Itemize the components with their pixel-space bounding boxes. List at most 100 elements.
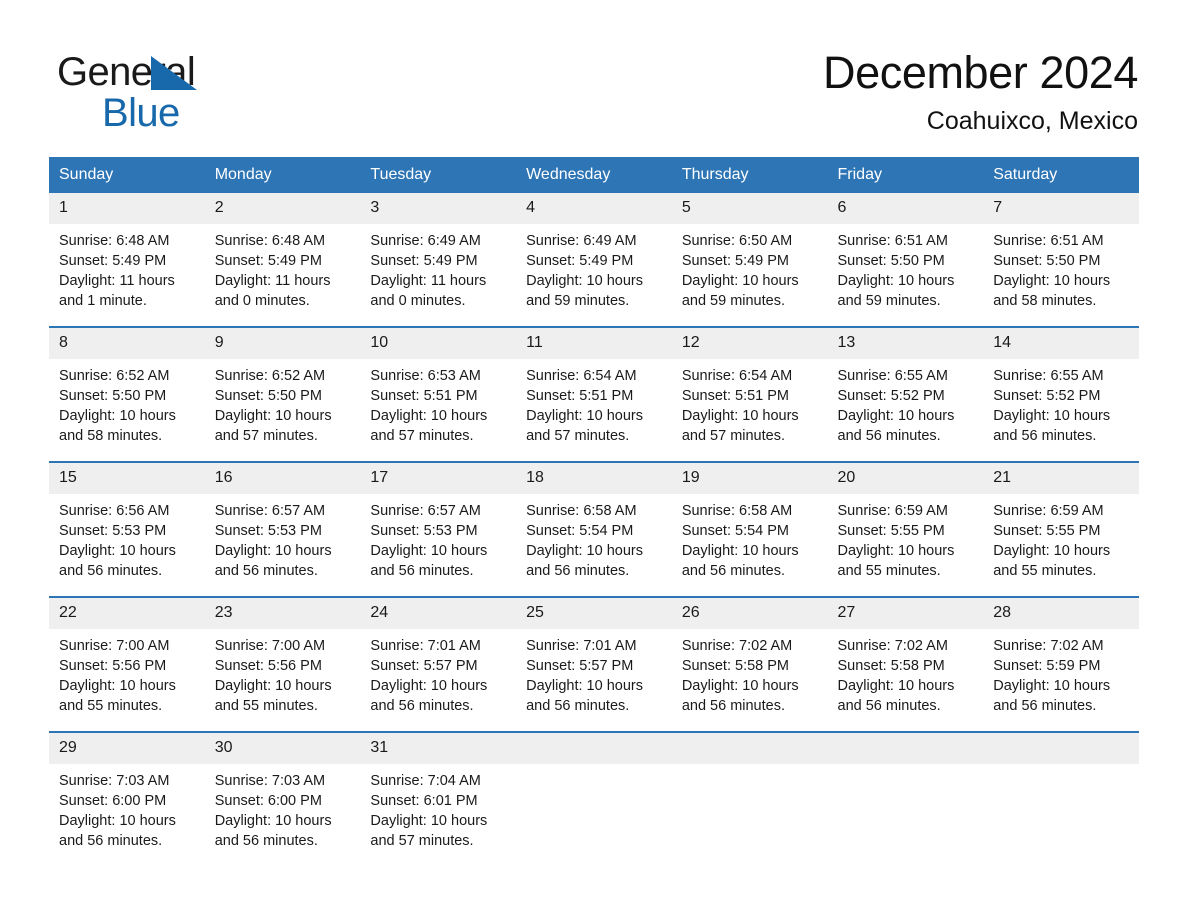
day-details: Sunrise: 6:53 AM Sunset: 5:51 PM Daylight:… xyxy=(360,359,516,446)
sunrise-text: Sunrise: 6:52 AM xyxy=(59,368,170,384)
calendar-day-cell[interactable]: 6 Sunrise: 6:51 AM Sunset: 5:50 PM Daylight… xyxy=(827,193,984,327)
sunrise-text: Sunrise: 6:55 AM xyxy=(993,368,1104,384)
generalblue-logo[interactable]: General Blue xyxy=(57,52,317,134)
calendar-day-cell[interactable]: 20 Sunrise: 6:59 AM Sunset: 5:55 PM Dayligh… xyxy=(827,461,984,597)
day-cell-inner: 9 Sunrise: 6:52 AM Sunset: 5:50 PM Daylight… xyxy=(204,328,361,461)
day-details: Sunrise: 7:03 AM Sunset: 6:00 PM Daylight:… xyxy=(205,764,361,851)
daylight-text-line1: Daylight: 10 hours xyxy=(993,678,1111,694)
calendar-day-cell[interactable]: 13 Sunrise: 6:55 AM Sunset: 5:52 PM Dayligh… xyxy=(827,326,984,462)
calendar-day-cell[interactable]: 4 Sunrise: 6:49 AM Sunset: 5:49 PM Daylight… xyxy=(516,193,672,327)
daylight-text-line2: and 56 minutes. xyxy=(526,698,630,714)
calendar-day-cell[interactable]: 21 Sunrise: 6:59 AM Sunset: 5:55 PM Dayligh… xyxy=(983,461,1139,597)
daylight-text-line1: Daylight: 10 hours xyxy=(993,543,1111,559)
daylight-text-line2: and 56 minutes. xyxy=(681,563,785,579)
day-cell-inner: 27 Sunrise: 7:02 AM Sunset: 5:58 PM Dayligh… xyxy=(827,598,984,731)
day-cell-inner: 30 Sunrise: 7:03 AM Sunset: 6:00 PM Dayligh… xyxy=(204,733,361,866)
daylight-text-line1: Daylight: 10 hours xyxy=(214,813,332,829)
daylight-text-line2: and 56 minutes. xyxy=(214,563,318,579)
day-cell-inner: 10 Sunrise: 6:53 AM Sunset: 5:51 PM Dayligh… xyxy=(360,328,517,461)
calendar-day-cell[interactable]: 30 Sunrise: 7:03 AM Sunset: 6:00 PM Dayligh… xyxy=(204,731,361,866)
daylight-text-line2: and 57 minutes. xyxy=(370,428,474,444)
calendar-day-cell[interactable]: 31 Sunrise: 7:04 AM Sunset: 6:01 PM Dayligh… xyxy=(360,731,517,866)
calendar-day-cell[interactable]: 15 Sunrise: 6:56 AM Sunset: 5:53 PM Dayligh… xyxy=(49,461,205,597)
weekday-header-tuesday: Tuesday xyxy=(360,157,517,193)
day-number: 24 xyxy=(360,598,517,629)
daylight-text-line1: Daylight: 10 hours xyxy=(370,678,488,694)
day-number: 26 xyxy=(671,598,828,629)
day-number: 23 xyxy=(204,598,361,629)
calendar-day-cell[interactable]: 9 Sunrise: 6:52 AM Sunset: 5:50 PM Daylight… xyxy=(204,326,361,462)
calendar-day-cell[interactable]: 23 Sunrise: 7:00 AM Sunset: 5:56 PM Dayligh… xyxy=(204,596,361,732)
day-number: 21 xyxy=(983,463,1139,494)
daylight-text-line1: Daylight: 10 hours xyxy=(214,678,332,694)
day-cell-inner: 13 Sunrise: 6:55 AM Sunset: 5:52 PM Dayligh… xyxy=(827,328,984,461)
day-details: Sunrise: 7:04 AM Sunset: 6:01 PM Daylight:… xyxy=(360,764,516,851)
daylight-text-line1: Daylight: 10 hours xyxy=(526,543,643,559)
day-cell-inner xyxy=(827,733,984,866)
calendar-day-cell[interactable]: 16 Sunrise: 6:57 AM Sunset: 5:53 PM Dayligh… xyxy=(204,461,361,597)
weekday-header-saturday: Saturday xyxy=(983,157,1139,193)
calendar-day-cell[interactable]: 19 Sunrise: 6:58 AM Sunset: 5:54 PM Dayligh… xyxy=(671,461,828,597)
daylight-text-line1: Daylight: 10 hours xyxy=(370,543,488,559)
calendar-day-cell[interactable]: 1 Sunrise: 6:48 AM Sunset: 5:49 PM Daylight… xyxy=(49,193,205,327)
daylight-text-line2: and 57 minutes. xyxy=(681,428,785,444)
sunset-text: Sunset: 5:57 PM xyxy=(370,658,478,674)
day-number xyxy=(671,733,828,764)
calendar-week-row: 15 Sunrise: 6:56 AM Sunset: 5:53 PM Dayligh… xyxy=(49,461,1139,597)
sunrise-text: Sunrise: 6:54 AM xyxy=(681,368,793,384)
calendar-day-cell[interactable]: 22 Sunrise: 7:00 AM Sunset: 5:56 PM Dayligh… xyxy=(49,596,205,732)
day-cell-inner: 31 Sunrise: 7:04 AM Sunset: 6:01 PM Dayligh… xyxy=(360,733,517,866)
calendar-day-cell[interactable]: 3 Sunrise: 6:49 AM Sunset: 5:49 PM Daylight… xyxy=(360,193,517,327)
day-cell-inner: 2 Sunrise: 6:48 AM Sunset: 5:49 PM Daylight… xyxy=(204,193,361,326)
weekday-header-friday: Friday xyxy=(827,157,984,193)
day-details: Sunrise: 6:55 AM Sunset: 5:52 PM Daylight:… xyxy=(828,359,984,446)
calendar-day-cell-empty xyxy=(516,731,672,866)
day-number: 3 xyxy=(360,193,517,224)
daylight-text-line1: Daylight: 10 hours xyxy=(370,408,488,424)
calendar-day-cell[interactable]: 24 Sunrise: 7:01 AM Sunset: 5:57 PM Dayligh… xyxy=(360,596,517,732)
calendar-week-row: 8 Sunrise: 6:52 AM Sunset: 5:50 PM Daylight… xyxy=(49,326,1139,462)
calendar-day-cell[interactable]: 12 Sunrise: 6:54 AM Sunset: 5:51 PM Dayligh… xyxy=(671,326,828,462)
calendar-day-cell[interactable]: 10 Sunrise: 6:53 AM Sunset: 5:51 PM Dayligh… xyxy=(360,326,517,462)
day-details: Sunrise: 6:56 AM Sunset: 5:53 PM Daylight:… xyxy=(49,494,205,581)
calendar-day-cell[interactable]: 18 Sunrise: 6:58 AM Sunset: 5:54 PM Dayligh… xyxy=(516,461,672,597)
day-number: 27 xyxy=(827,598,984,629)
sunset-text: Sunset: 5:50 PM xyxy=(993,253,1101,269)
day-cell-inner: 28 Sunrise: 7:02 AM Sunset: 5:59 PM Dayligh… xyxy=(983,598,1139,731)
day-number: 5 xyxy=(671,193,828,224)
calendar-day-cell[interactable]: 17 Sunrise: 6:57 AM Sunset: 5:53 PM Dayligh… xyxy=(360,461,517,597)
calendar-day-cell[interactable]: 27 Sunrise: 7:02 AM Sunset: 5:58 PM Dayligh… xyxy=(827,596,984,732)
calendar-day-cell[interactable]: 7 Sunrise: 6:51 AM Sunset: 5:50 PM Daylight… xyxy=(983,193,1139,327)
daylight-text-line1: Daylight: 11 hours xyxy=(59,273,175,289)
day-number: 10 xyxy=(360,328,517,359)
calendar-day-cell[interactable]: 25 Sunrise: 7:01 AM Sunset: 5:57 PM Dayligh… xyxy=(516,596,672,732)
sunrise-text: Sunrise: 6:53 AM xyxy=(370,368,481,384)
day-details: Sunrise: 6:52 AM Sunset: 5:50 PM Daylight:… xyxy=(49,359,205,446)
daylight-text-line1: Daylight: 10 hours xyxy=(526,273,643,289)
sunset-text: Sunset: 5:55 PM xyxy=(837,523,945,539)
calendar-day-cell[interactable]: 11 Sunrise: 6:54 AM Sunset: 5:51 PM Dayligh… xyxy=(516,326,672,462)
sunrise-text: Sunrise: 7:00 AM xyxy=(214,638,326,654)
sunrise-text: Sunrise: 6:58 AM xyxy=(526,503,637,519)
day-details: Sunrise: 6:49 AM Sunset: 5:49 PM Daylight:… xyxy=(360,224,516,311)
calendar-day-cell[interactable]: 8 Sunrise: 6:52 AM Sunset: 5:50 PM Daylight… xyxy=(49,326,205,462)
calendar-day-cell[interactable]: 5 Sunrise: 6:50 AM Sunset: 5:49 PM Daylight… xyxy=(671,193,828,327)
day-cell-inner: 4 Sunrise: 6:49 AM Sunset: 5:49 PM Daylight… xyxy=(516,193,672,326)
calendar-day-cell[interactable]: 26 Sunrise: 7:02 AM Sunset: 5:58 PM Dayligh… xyxy=(671,596,828,732)
calendar-day-cell[interactable]: 14 Sunrise: 6:55 AM Sunset: 5:52 PM Dayligh… xyxy=(983,326,1139,462)
sunrise-text: Sunrise: 7:02 AM xyxy=(837,638,948,654)
day-cell-inner: 7 Sunrise: 6:51 AM Sunset: 5:50 PM Daylight… xyxy=(983,193,1139,326)
calendar-day-cell[interactable]: 2 Sunrise: 6:48 AM Sunset: 5:49 PM Daylight… xyxy=(204,193,361,327)
day-details: Sunrise: 6:59 AM Sunset: 5:55 PM Daylight:… xyxy=(828,494,984,581)
day-cell-inner: 6 Sunrise: 6:51 AM Sunset: 5:50 PM Daylight… xyxy=(827,193,984,326)
calendar-day-cell[interactable]: 28 Sunrise: 7:02 AM Sunset: 5:59 PM Dayligh… xyxy=(983,596,1139,732)
calendar-day-cell[interactable]: 29 Sunrise: 7:03 AM Sunset: 6:00 PM Dayligh… xyxy=(49,731,205,866)
daylight-text-line1: Daylight: 10 hours xyxy=(526,408,643,424)
daylight-text-line2: and 56 minutes. xyxy=(993,428,1097,444)
daylight-text-line1: Daylight: 10 hours xyxy=(837,678,955,694)
day-number: 18 xyxy=(516,463,672,494)
sunset-text: Sunset: 5:49 PM xyxy=(59,253,167,269)
day-details: Sunrise: 7:00 AM Sunset: 5:56 PM Daylight:… xyxy=(205,629,361,716)
sunrise-text: Sunrise: 7:00 AM xyxy=(59,638,170,654)
sunrise-text: Sunrise: 6:50 AM xyxy=(681,233,793,249)
